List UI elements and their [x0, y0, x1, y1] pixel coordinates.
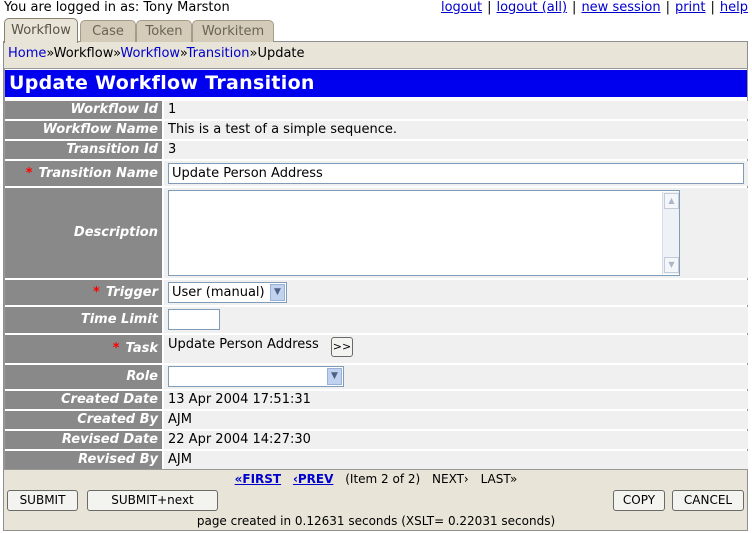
- logged-in-user: You are logged in as: Tony Marston: [4, 0, 230, 15]
- last-label: LAST»: [480, 472, 518, 486]
- logout-link[interactable]: logout: [441, 0, 482, 15]
- role-label: Role: [5, 365, 162, 389]
- trigger-select[interactable]: User (manual) ▼: [168, 282, 287, 303]
- next-label: NEXT›: [432, 472, 469, 486]
- description-label: Description: [5, 188, 162, 278]
- new-session-link[interactable]: new session: [581, 0, 660, 15]
- session-links: logout | logout (all) | new session | print | he…: [440, 0, 748, 15]
- description-scrollbar[interactable]: ▲ ▼: [662, 192, 679, 274]
- copy-button[interactable]: COPY: [613, 490, 665, 511]
- transition-id-value: 3: [164, 141, 748, 159]
- transition-name-input[interactable]: Update Person Address: [168, 163, 744, 184]
- task-cell: Update Person Address: [164, 335, 748, 363]
- revised-date-label: Revised Date: [5, 431, 162, 449]
- role-select[interactable]: ▼: [168, 366, 344, 387]
- created-date-value: 13 Apr 2004 17:51:31: [164, 391, 748, 409]
- item-status: (Item 2 of 2): [345, 472, 421, 486]
- breadcrumb-transition[interactable]: Transition: [187, 46, 250, 61]
- pagination: «FIRST ‹PREV (Item 2 of 2) NEXT› LAST»: [5, 472, 747, 488]
- tab-token[interactable]: Token: [136, 20, 192, 42]
- workflow-name-value: This is a test of a simple sequence.: [164, 121, 748, 139]
- logout-all-link[interactable]: logout (all): [496, 0, 567, 15]
- task-value: Update Person Address: [168, 337, 319, 352]
- tab-bar: Workflow Case Token Workitem: [4, 18, 748, 43]
- revised-by-label: Revised By: [5, 451, 162, 469]
- time-limit-cell: [164, 307, 748, 333]
- scroll-down-icon[interactable]: ▼: [664, 257, 679, 273]
- task-popup-button[interactable]: >>: [331, 337, 353, 357]
- transition-id-label: Transition Id: [5, 141, 162, 159]
- help-link[interactable]: help: [720, 0, 748, 15]
- top-bar: You are logged in as: Tony Marston logou…: [4, 0, 748, 16]
- revised-by-value: AJM: [164, 451, 748, 469]
- created-by-label: Created By: [5, 411, 162, 429]
- breadcrumb-current: Update: [257, 46, 305, 61]
- workflow-id-label: Workflow Id: [5, 101, 162, 119]
- submit-button[interactable]: SUBMIT: [7, 490, 78, 511]
- trigger-label: * Trigger: [5, 280, 162, 305]
- revised-date-value: 22 Apr 2004 14:27:30: [164, 431, 748, 449]
- chevron-down-icon[interactable]: ▼: [327, 368, 342, 385]
- submit-next-button[interactable]: SUBMIT+next: [87, 490, 218, 511]
- prev-link[interactable]: ‹PREV: [293, 472, 333, 486]
- time-limit-input[interactable]: [168, 309, 220, 330]
- scroll-up-icon[interactable]: ▲: [664, 193, 679, 209]
- trigger-select-value: User (manual): [172, 285, 265, 300]
- breadcrumb-home[interactable]: Home: [8, 46, 46, 61]
- workflow-id-value: 1: [164, 101, 748, 119]
- description-textarea[interactable]: [168, 190, 680, 276]
- breadcrumb-workflow[interactable]: Workflow: [120, 46, 179, 61]
- breadcrumb: Home»Workflow»Workflow»Transition»Update: [8, 46, 305, 61]
- required-marker: *: [112, 341, 120, 356]
- task-label: * Task: [5, 335, 162, 363]
- print-link[interactable]: print: [675, 0, 706, 15]
- created-date-label: Created Date: [5, 391, 162, 409]
- time-limit-label: Time Limit: [5, 307, 162, 333]
- tab-workflow[interactable]: Workflow: [4, 18, 78, 43]
- workflow-name-label: Workflow Name: [5, 121, 162, 139]
- required-marker: *: [25, 166, 33, 181]
- tab-case[interactable]: Case: [80, 20, 136, 42]
- page-timing: page created in 0.12631 seconds (XSLT= 0…: [196, 514, 556, 528]
- transition-name-label: * Transition Name: [5, 161, 162, 186]
- cancel-button[interactable]: CANCEL: [672, 490, 744, 511]
- tab-workitem[interactable]: Workitem: [192, 20, 274, 42]
- breadcrumb-workflow-plain: Workflow: [53, 46, 114, 61]
- required-marker: *: [93, 285, 100, 300]
- created-by-value: AJM: [164, 411, 748, 429]
- chevron-down-icon[interactable]: ▼: [270, 284, 285, 301]
- first-link[interactable]: «FIRST: [235, 472, 281, 486]
- page-title: Update Workflow Transition: [5, 70, 747, 97]
